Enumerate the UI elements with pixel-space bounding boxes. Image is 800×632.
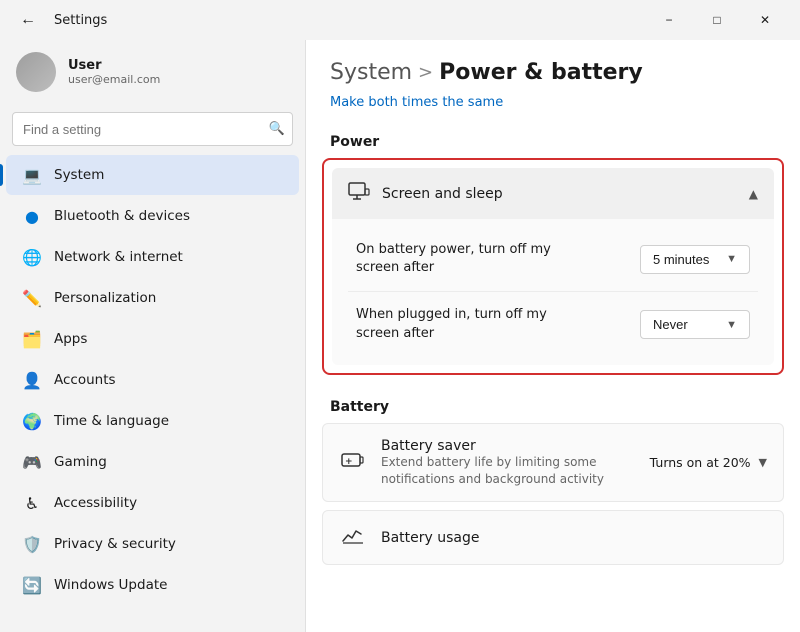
sidebar-item-time[interactable]: 🌍 Time & language <box>6 401 299 441</box>
window-controls: − □ ✕ <box>646 4 788 36</box>
sidebar-item-gaming[interactable]: 🎮 Gaming <box>6 442 299 482</box>
sidebar-item-privacy[interactable]: 🛡️ Privacy & security <box>6 524 299 564</box>
sidebar-item-label-time: Time & language <box>54 413 169 429</box>
battery-section: + Battery saver Extend battery life by l… <box>322 423 784 566</box>
screen-sleep-icon <box>348 182 370 205</box>
search-box: 🔍 <box>12 112 293 146</box>
time-icon: 🌍 <box>22 411 42 431</box>
battery-saver-title: Battery saver <box>381 438 636 454</box>
back-icon: ← <box>20 11 36 29</box>
breadcrumb-parent: System <box>330 60 412 85</box>
battery-screen-dropdown[interactable]: 5 minutes ▼ <box>640 245 750 274</box>
accessibility-icon: ♿ <box>22 493 42 513</box>
update-icon: 🔄 <box>22 575 42 595</box>
privacy-icon: 🛡️ <box>22 534 42 554</box>
sidebar-item-label-system: System <box>54 167 104 183</box>
app-title: Settings <box>54 13 107 28</box>
system-icon: 💻 <box>22 165 42 185</box>
screen-sleep-panel: Screen and sleep ▲ On battery power, tur… <box>332 168 774 365</box>
plugged-screen-value: Never <box>653 317 688 332</box>
battery-usage-title: Battery usage <box>381 530 480 546</box>
screen-sleep-header-left: Screen and sleep <box>348 182 503 205</box>
battery-saver-chevron-icon: ▼ <box>759 456 767 469</box>
breadcrumb-current: Power & battery <box>439 60 643 85</box>
sidebar-item-label-accessibility: Accessibility <box>54 495 137 511</box>
app-body: User user@email.com 🔍 💻 System ● Bluetoo… <box>0 40 800 632</box>
close-button[interactable]: ✕ <box>742 4 788 36</box>
search-input[interactable] <box>12 112 293 146</box>
power-section-label: Power <box>306 126 800 158</box>
battery-saver-desc: Extend battery life by limiting some not… <box>381 454 636 488</box>
accounts-icon: 👤 <box>22 370 42 390</box>
sidebar-item-accounts[interactable]: 👤 Accounts <box>6 360 299 400</box>
network-icon: 🌐 <box>22 247 42 267</box>
screen-sleep-title: Screen and sleep <box>382 186 503 202</box>
user-profile: User user@email.com <box>0 40 305 104</box>
plugged-screen-dropdown[interactable]: Never ▼ <box>640 310 750 339</box>
screen-sleep-header[interactable]: Screen and sleep ▲ <box>332 168 774 219</box>
battery-usage-card[interactable]: Battery usage <box>322 510 784 565</box>
bluetooth-icon: ● <box>22 206 42 226</box>
minimize-icon: − <box>665 13 672 27</box>
chevron-up-icon: ▲ <box>749 187 758 201</box>
apps-icon: 🗂️ <box>22 329 42 349</box>
sidebar-item-system[interactable]: 💻 System <box>6 155 299 195</box>
power-section: Screen and sleep ▲ On battery power, tur… <box>322 158 784 375</box>
sidebar-item-bluetooth[interactable]: ● Bluetooth & devices <box>6 196 299 236</box>
main-content: System > Power & battery Make both times… <box>305 40 800 632</box>
avatar <box>16 52 56 92</box>
sidebar-item-label-gaming: Gaming <box>54 454 107 470</box>
battery-saver-turns-on: Turns on at 20% <box>650 455 751 470</box>
minimize-button[interactable]: − <box>646 4 692 36</box>
sidebar-item-accessibility[interactable]: ♿ Accessibility <box>6 483 299 523</box>
battery-saver-card: + Battery saver Extend battery life by l… <box>322 423 784 503</box>
battery-saver-row: + Battery saver Extend battery life by l… <box>323 424 783 502</box>
close-icon: ✕ <box>760 13 770 27</box>
sidebar-item-apps[interactable]: 🗂️ Apps <box>6 319 299 359</box>
sidebar-nav: 💻 System ● Bluetooth & devices 🌐 Network… <box>0 154 305 606</box>
maximize-button[interactable]: □ <box>694 4 740 36</box>
sidebar-item-personalization[interactable]: ✏️ Personalization <box>6 278 299 318</box>
maximize-icon: □ <box>713 13 720 27</box>
back-button[interactable]: ← <box>12 4 44 36</box>
battery-usage-row: Battery usage <box>323 511 783 564</box>
battery-usage-icon <box>339 525 367 550</box>
battery-screen-label: On battery power, turn off my screen aft… <box>356 241 556 277</box>
screen-sleep-body: On battery power, turn off my screen aft… <box>332 219 774 365</box>
make-same-times-link[interactable]: Make both times the same <box>306 95 800 126</box>
sidebar-item-label-privacy: Privacy & security <box>54 536 176 552</box>
title-bar: ← Settings − □ ✕ <box>0 0 800 40</box>
user-email: user@email.com <box>68 73 160 86</box>
sidebar-item-label-personalization: Personalization <box>54 290 156 306</box>
sidebar-item-label-accounts: Accounts <box>54 372 116 388</box>
plugged-screen-label: When plugged in, turn off my screen afte… <box>356 306 556 342</box>
battery-saver-right: Turns on at 20% ▼ <box>650 455 767 470</box>
sidebar-item-network[interactable]: 🌐 Network & internet <box>6 237 299 277</box>
search-icon: 🔍 <box>269 122 285 137</box>
svg-text:+: + <box>345 457 353 467</box>
battery-saver-info: Battery saver Extend battery life by lim… <box>381 438 636 488</box>
gaming-icon: 🎮 <box>22 452 42 472</box>
battery-screen-arrow-icon: ▼ <box>726 253 737 265</box>
battery-saver-icon: + <box>339 447 367 479</box>
battery-screen-row: On battery power, turn off my screen aft… <box>348 227 758 292</box>
sidebar: User user@email.com 🔍 💻 System ● Bluetoo… <box>0 40 305 632</box>
plugged-screen-arrow-icon: ▼ <box>726 319 737 331</box>
sidebar-item-label-update: Windows Update <box>54 577 167 593</box>
breadcrumb: System > Power & battery <box>306 40 800 95</box>
sidebar-item-label-network: Network & internet <box>54 249 183 265</box>
battery-screen-value: 5 minutes <box>653 252 709 267</box>
plugged-screen-row: When plugged in, turn off my screen afte… <box>348 292 758 356</box>
user-info: User user@email.com <box>68 58 160 86</box>
personalization-icon: ✏️ <box>22 288 42 308</box>
sidebar-item-update[interactable]: 🔄 Windows Update <box>6 565 299 605</box>
sidebar-item-label-apps: Apps <box>54 331 87 347</box>
sidebar-item-label-bluetooth: Bluetooth & devices <box>54 208 190 224</box>
breadcrumb-separator: > <box>418 62 433 83</box>
user-name: User <box>68 58 160 73</box>
battery-section-label: Battery <box>306 391 800 423</box>
